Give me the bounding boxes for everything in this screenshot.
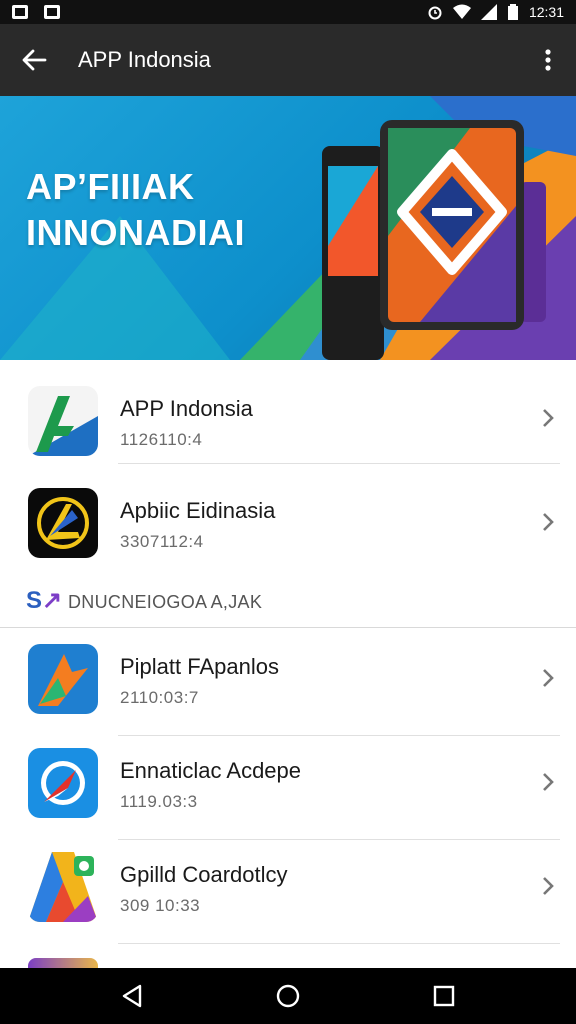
app-logo-icon <box>28 488 98 558</box>
nav-back-icon[interactable] <box>118 982 146 1010</box>
app-version: 309 10:33 <box>120 896 201 915</box>
chevron-right-icon <box>543 513 554 531</box>
app-name: Piplatt FApanlos <box>120 654 279 679</box>
divider <box>118 463 560 464</box>
divider <box>118 943 560 944</box>
list-item-partial[interactable] <box>28 958 98 968</box>
nav-recents-icon[interactable] <box>430 982 458 1010</box>
section-title: DNUCNEIOGOA A,JAK <box>68 592 263 612</box>
nav-home-icon[interactable] <box>274 982 302 1010</box>
page-title: APP Indonsia <box>78 47 211 72</box>
gallery-notification-icon <box>44 5 60 19</box>
banner-headline-line-2: INNONADIAI <box>26 212 245 253</box>
list-item-apbiic-eidinasia[interactable]: Apbiic Eidinasia 3307112:4 <box>0 474 576 578</box>
system-navigation-bar <box>0 968 576 1024</box>
promo-banner[interactable]: AP’FIIIAK INNONADIAI <box>0 96 576 360</box>
chevron-right-icon <box>543 669 554 687</box>
chevron-right-icon <box>543 409 554 427</box>
app-name: Ennaticlac Acdepe <box>120 758 302 783</box>
list-item-gpilld-coardotlcy[interactable]: Gpilld Coardotlcy 309 10:33 <box>0 840 576 944</box>
wifi-icon <box>452 4 471 19</box>
app-name: Apbiic Eidinasia <box>120 498 276 523</box>
app-logo-icon <box>28 644 98 714</box>
list-item-ennaticlac-acdepe[interactable]: Ennaticlac Acdepe 1119.03:3 <box>0 736 576 840</box>
signal-icon <box>480 4 497 20</box>
app-name: Gpilld Coardotlcy <box>120 862 288 887</box>
section-header: S↗ DNUCNEIOGOA A,JAK <box>0 578 576 628</box>
app-version: 3307112:4 <box>120 532 204 551</box>
list-item-app-indonsia[interactable]: APP Indonsia 1126110:4 <box>0 360 576 464</box>
back-button[interactable] <box>0 24 68 96</box>
banner-headline-line-1: AP’FIIIAK <box>26 166 195 207</box>
chevron-right-icon <box>543 773 554 791</box>
overflow-menu-button[interactable] <box>520 24 576 96</box>
back-arrow-icon <box>22 49 47 71</box>
status-bar: 12:31 <box>0 0 576 24</box>
app-bar: APP Indonsia <box>0 24 576 96</box>
chevron-right-icon <box>543 877 554 895</box>
app-version: 2110:03:7 <box>120 688 199 707</box>
list-item-piplatt-fapanlos[interactable]: Piplatt FApanlos 2110:03:7 <box>0 632 576 736</box>
app-logo-icon <box>28 386 98 456</box>
notification-icon <box>12 5 28 19</box>
app-logo-icon <box>28 852 98 922</box>
app-logo-icon <box>28 748 98 818</box>
app-name: APP Indonsia <box>120 396 253 421</box>
overflow-menu-icon <box>545 49 551 71</box>
battery-icon <box>507 4 518 20</box>
status-time: 12:31 <box>528 4 564 20</box>
alarm-icon <box>428 6 442 20</box>
section-logo: S↗ <box>26 587 63 614</box>
app-version: 1119.03:3 <box>120 792 198 811</box>
app-version: 1126110:4 <box>120 430 203 449</box>
